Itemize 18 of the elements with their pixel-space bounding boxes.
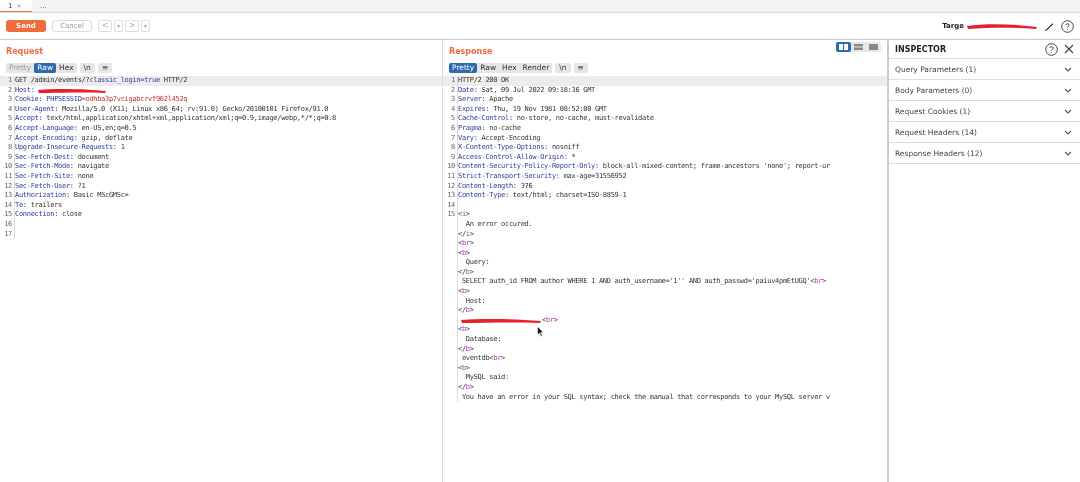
mouse-cursor-icon: [537, 326, 544, 337]
chevron-icon[interactable]: [1064, 150, 1072, 156]
redaction-mark: [36, 86, 107, 94]
layout-toggle[interactable]: [836, 42, 851, 52]
chevron-icon[interactable]: [1064, 87, 1072, 93]
chevron-icon[interactable]: [1064, 129, 1072, 135]
redaction-mark: [966, 22, 1038, 30]
layout-toggle[interactable]: [866, 42, 881, 52]
help-icon[interactable]: [1045, 42, 1058, 56]
inspector-title: INSPECTOR: [895, 44, 947, 54]
help-icon[interactable]: [1061, 19, 1074, 33]
chevron-icon[interactable]: [1064, 108, 1072, 114]
pane-title: Response: [449, 46, 493, 56]
pane-title: Request: [6, 46, 44, 56]
chevron-icon[interactable]: [1064, 66, 1072, 72]
layout-toggle[interactable]: [851, 42, 866, 52]
pencil-icon[interactable]: [1044, 20, 1055, 32]
close-icon[interactable]: [1064, 44, 1074, 54]
